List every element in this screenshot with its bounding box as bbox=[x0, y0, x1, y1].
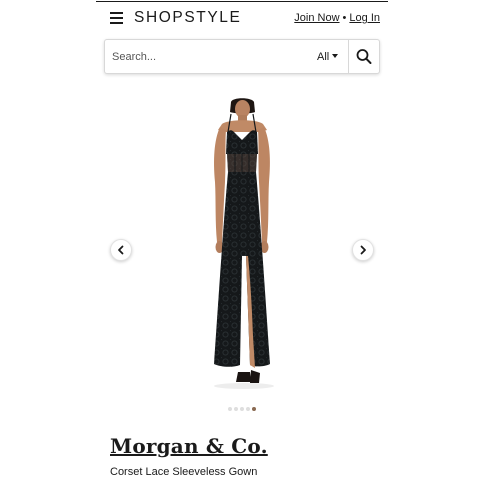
carousel-prev-button[interactable] bbox=[110, 239, 132, 261]
join-now-link[interactable]: Join Now bbox=[294, 12, 339, 24]
carousel-dot[interactable] bbox=[228, 407, 232, 411]
product-name: Corset Lace Sleeveless Gown bbox=[110, 466, 258, 478]
carousel-next-button[interactable] bbox=[352, 239, 374, 261]
carousel-dot[interactable] bbox=[246, 407, 250, 411]
chevron-left-icon bbox=[118, 245, 124, 255]
carousel-dot[interactable] bbox=[252, 407, 256, 411]
chevron-right-icon bbox=[360, 245, 366, 255]
search-bar: All bbox=[104, 39, 380, 74]
top-border bbox=[96, 1, 388, 2]
hamburger-menu-icon[interactable] bbox=[110, 12, 123, 24]
black-lace-gown-photo bbox=[214, 98, 274, 389]
auth-links: Join Now • Log In bbox=[294, 12, 380, 24]
auth-separator: • bbox=[342, 12, 347, 24]
caret-down-icon bbox=[332, 54, 339, 58]
product-image[interactable] bbox=[104, 96, 380, 396]
search-input[interactable] bbox=[112, 48, 302, 66]
product-brand-link[interactable]: Morgan & Co. bbox=[110, 434, 268, 458]
page-frame: SHOPSTYLE Join Now•Log In All bbox=[96, 0, 388, 484]
carousel-dot[interactable] bbox=[240, 407, 244, 411]
search-scope-dropdown[interactable]: All bbox=[317, 51, 339, 63]
search-button[interactable] bbox=[349, 40, 379, 73]
carousel-dot[interactable] bbox=[234, 407, 238, 411]
log-in-link[interactable]: Log In bbox=[349, 12, 380, 24]
search-scope-label: All bbox=[317, 51, 330, 63]
shopstyle-logo[interactable]: SHOPSTYLE bbox=[134, 9, 241, 27]
search-icon bbox=[356, 49, 372, 64]
